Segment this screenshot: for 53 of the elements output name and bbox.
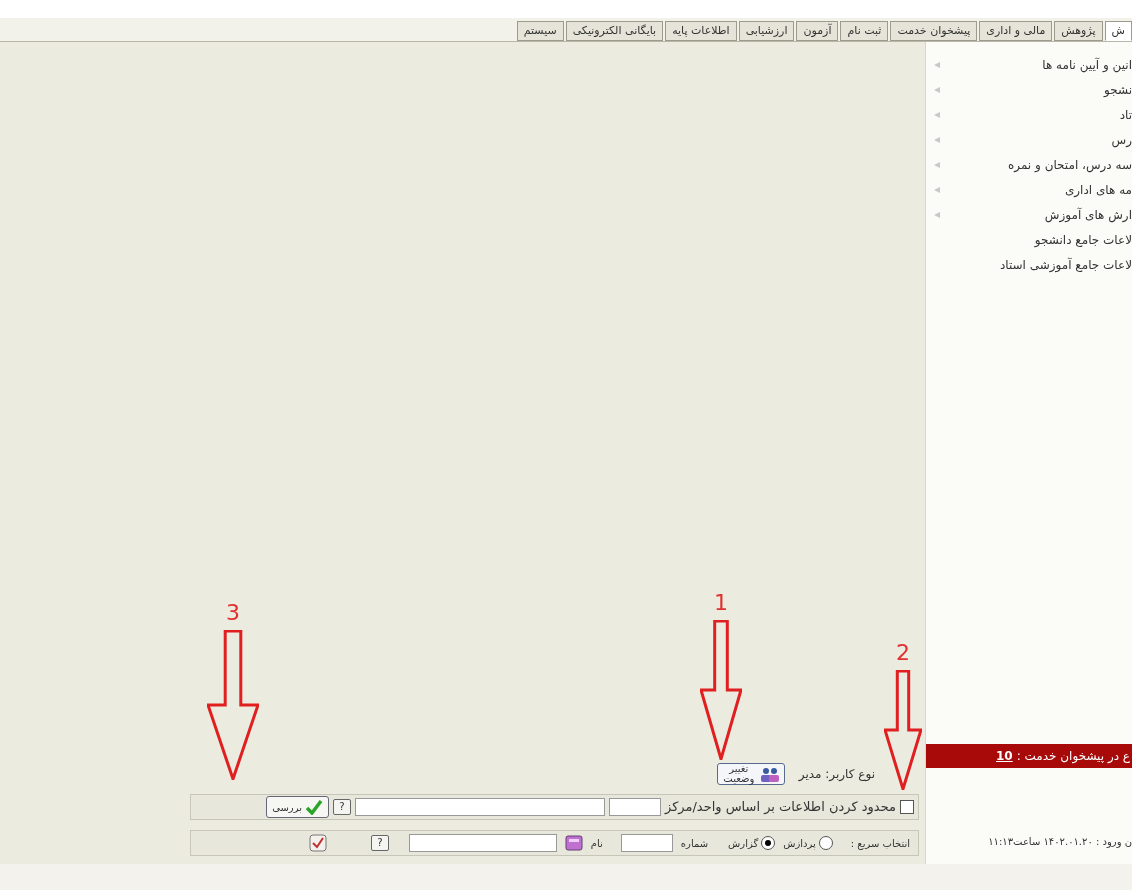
quick-select-label: انتخاب سریع : <box>850 836 910 851</box>
filter-label: محدود کردن اطلاعات بر اساس واحد/مرکز <box>664 798 896 817</box>
name-label: نام <box>590 836 603 851</box>
tab[interactable]: ش <box>1104 21 1132 41</box>
input-field[interactable] <box>608 798 661 816</box>
caret-icon <box>934 136 940 143</box>
change-status-button[interactable]: تغییر وضعیت <box>716 763 785 785</box>
annotation-number: 1 <box>714 592 728 614</box>
menu-item[interactable]: تاد <box>926 104 1132 125</box>
tab[interactable]: ثبت نام <box>840 21 889 41</box>
help-button[interactable]: ? <box>332 799 351 815</box>
checkmark-icon[interactable] <box>308 834 327 852</box>
annotation-number: 2 <box>896 642 910 664</box>
radio-option[interactable]: پردازش <box>783 835 833 851</box>
tab[interactable]: پژوهش <box>1054 21 1103 41</box>
radio-button[interactable] <box>818 836 833 850</box>
tab[interactable]: بایگانی الکترونیکی <box>565 21 664 41</box>
tab[interactable]: سیستم <box>516 21 564 41</box>
number-label: شماره <box>680 836 709 851</box>
number-field[interactable] <box>620 834 673 852</box>
annotation-number: 3 <box>226 602 240 624</box>
login-info: ن ورود : ۱۴۰۲.۰۱.۲۰ ساعت۱۱:۱۳ <box>987 835 1132 850</box>
book-icon <box>564 835 583 851</box>
caret-icon <box>934 211 940 218</box>
menu-item[interactable]: انین و آیین نامه ها <box>926 54 1132 75</box>
user-type-label: نوع کاربر: مدیر <box>798 766 875 783</box>
caret-icon <box>934 86 940 93</box>
menu-item[interactable]: مه های اداری <box>926 179 1132 200</box>
tab[interactable]: آزمون <box>796 21 839 41</box>
name-field[interactable] <box>408 834 557 852</box>
menu-item[interactable]: لاعات جامع آموزشی استاد <box>926 254 1132 275</box>
menu-item[interactable]: رس <box>926 129 1132 150</box>
radio-button[interactable] <box>761 836 776 850</box>
menu-item[interactable]: نشجو <box>926 79 1132 100</box>
check-button[interactable]: بررسی <box>266 796 329 818</box>
caret-icon <box>934 161 940 168</box>
users-icon <box>758 766 781 782</box>
tab[interactable]: اطلاعات پایه <box>665 21 737 41</box>
tab[interactable]: ارزشیابی <box>738 21 795 41</box>
menu-item[interactable]: سه درس، امتحان و نمره <box>926 154 1132 175</box>
help-button[interactable]: ? <box>370 835 389 851</box>
tab[interactable]: مالی و اداری <box>979 21 1053 41</box>
count-link[interactable]: 10 <box>996 747 1013 765</box>
radio-option[interactable]: گزارش <box>728 835 776 851</box>
caret-icon <box>934 61 940 68</box>
menu-item[interactable]: ارش های آموزش <box>926 204 1132 225</box>
caret-icon <box>934 111 940 118</box>
checkbox[interactable] <box>900 800 914 814</box>
input-field[interactable] <box>354 798 605 816</box>
caret-icon <box>934 186 940 193</box>
tab[interactable]: پیشخوان خدمت <box>890 21 978 41</box>
checkmark-icon <box>304 799 323 815</box>
menu-item[interactable]: لاعات جامع دانشجو <box>926 229 1132 250</box>
